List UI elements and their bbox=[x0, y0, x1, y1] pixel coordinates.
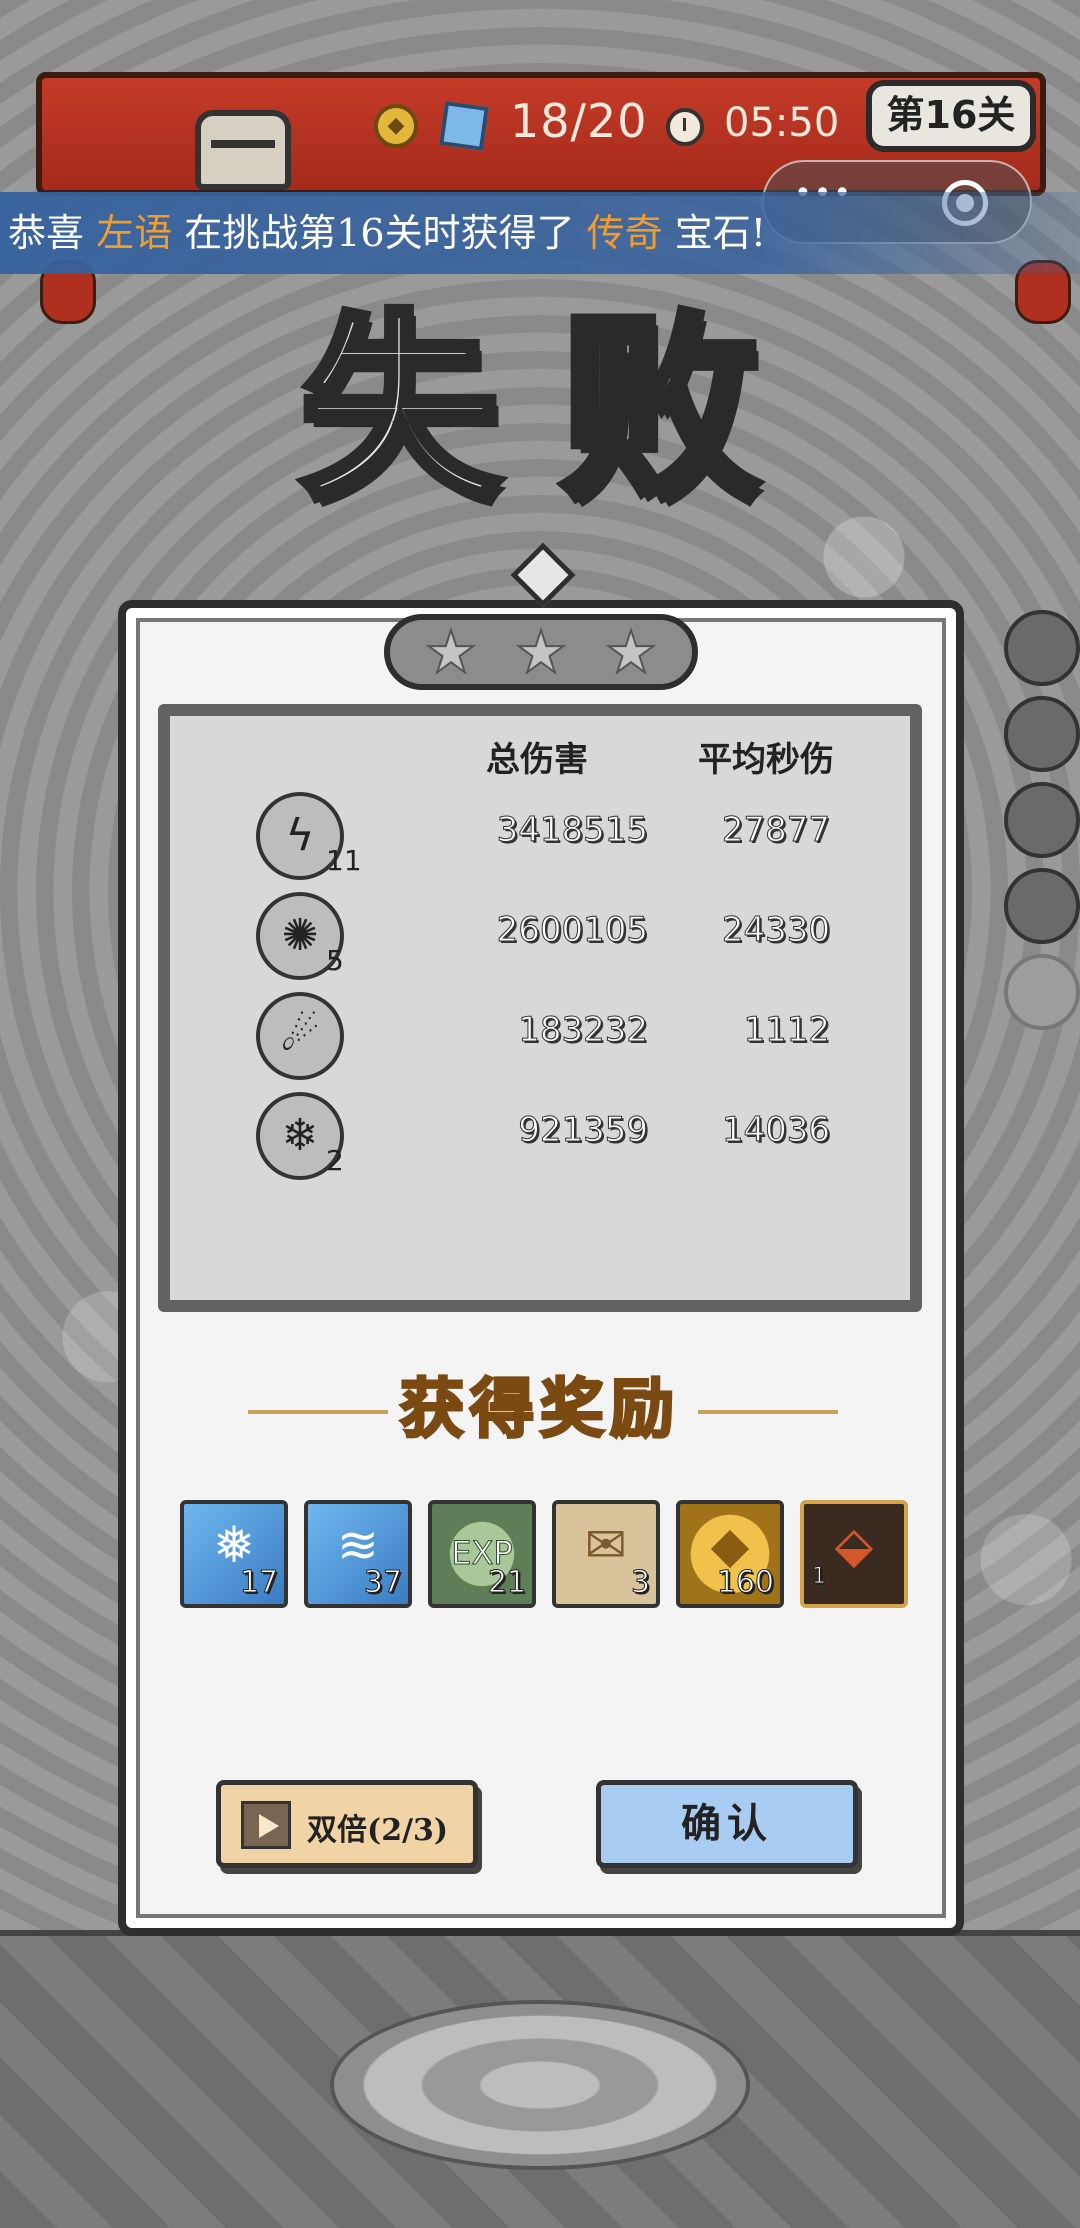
banner-item-rarity: 传奇 bbox=[586, 211, 663, 255]
banner-player-name: 左语 bbox=[96, 211, 173, 255]
double-reward-button[interactable]: 双倍(2/3) bbox=[216, 1780, 478, 1868]
double-reward-label: 双倍(2/3) bbox=[307, 1813, 449, 1848]
skill-level: 11 bbox=[326, 844, 362, 877]
treasure-chest-icon[interactable] bbox=[195, 110, 291, 190]
fail-title: 失败 bbox=[296, 288, 820, 531]
reward-quantity: 160 bbox=[716, 1565, 774, 1601]
reward-quantity: 3 bbox=[630, 1565, 650, 1601]
star-rating-bar: ★ ★ ★ bbox=[384, 614, 698, 690]
dps-value: 24330 bbox=[721, 910, 830, 951]
side-skill-slot bbox=[1004, 868, 1080, 944]
reward-title-ornament-right bbox=[698, 1410, 838, 1414]
total-damage-value: 3418515 bbox=[496, 810, 648, 851]
coin-icon: ◆ bbox=[374, 104, 418, 148]
side-skill-slot bbox=[1004, 610, 1080, 686]
dps-value: 1112 bbox=[743, 1010, 831, 1051]
reward-item[interactable]: ◆ 160 bbox=[676, 1500, 784, 1608]
side-skill-rail bbox=[1004, 610, 1080, 1040]
side-skill-slot bbox=[1004, 782, 1080, 858]
dps-value: 27877 bbox=[721, 810, 830, 851]
banner-middle: 在挑战第16关时获得了 bbox=[184, 211, 575, 255]
skill-level: 5 bbox=[326, 944, 344, 977]
reward-title-ornament-left bbox=[248, 1410, 388, 1414]
reward-item[interactable]: ≋ 37 bbox=[304, 1500, 412, 1608]
side-skill-slot bbox=[1004, 696, 1080, 772]
reward-list: ❅ 17 ≋ 37 EXP 21 ✉ 3 ◆ 160 ⬙ 1 bbox=[180, 1500, 908, 1608]
star-icon-1: ★ bbox=[424, 618, 478, 686]
skill-level: 2 bbox=[326, 1144, 344, 1177]
header-average-dps: 平均秒伤 bbox=[698, 740, 834, 780]
table-row: ❄ 2 921359 14036 bbox=[170, 1092, 910, 1182]
total-damage-value: 2600105 bbox=[496, 910, 648, 951]
video-ad-icon bbox=[241, 1801, 291, 1849]
reward-title: 获得奖励 bbox=[399, 1371, 680, 1449]
reward-item[interactable]: ⬙ 1 bbox=[800, 1500, 908, 1608]
reward-item[interactable]: EXP 21 bbox=[428, 1500, 536, 1608]
reward-quantity: 1 bbox=[812, 1564, 827, 1590]
table-row: ϟ 11 3418515 27877 bbox=[170, 792, 910, 882]
reward-quantity: 21 bbox=[487, 1565, 526, 1601]
reward-quantity: 17 bbox=[239, 1565, 278, 1601]
reward-item[interactable]: ❅ 17 bbox=[180, 1500, 288, 1608]
confirm-button[interactable]: 确认 bbox=[596, 1780, 858, 1868]
total-damage-value: 921359 bbox=[518, 1110, 649, 1151]
table-row: ☄ 183232 1112 bbox=[170, 992, 910, 1082]
banner-prefix: 恭喜 bbox=[8, 211, 85, 255]
dps-value: 14036 bbox=[721, 1110, 830, 1151]
portal-circle bbox=[330, 2000, 750, 2170]
banner-suffix: 宝石! bbox=[674, 211, 767, 255]
level-badge: 第16关 bbox=[866, 80, 1036, 152]
header-total-damage: 总伤害 bbox=[486, 740, 588, 780]
clock-icon bbox=[666, 108, 704, 146]
reward-item[interactable]: ✉ 3 bbox=[552, 1500, 660, 1608]
stamina-counter: 18/20 bbox=[510, 94, 648, 148]
side-skill-slot-empty bbox=[1004, 954, 1080, 1030]
reward-quantity: 37 bbox=[363, 1565, 402, 1601]
blue-gem-icon bbox=[439, 101, 489, 151]
star-icon-3: ★ bbox=[604, 618, 658, 686]
star-icon-2: ★ bbox=[514, 618, 568, 686]
stage-timer: 05:50 bbox=[724, 100, 840, 146]
damage-stats-table: 总伤害 平均秒伤 ϟ 11 3418515 27877 ✺ 5 2600105 … bbox=[158, 704, 922, 1312]
table-row: ✺ 5 2600105 24330 bbox=[170, 892, 910, 982]
meteor-icon: ☄ bbox=[256, 992, 344, 1080]
total-damage-value: 183232 bbox=[518, 1010, 649, 1051]
broadcast-banner: 恭喜 左语 在挑战第16关时获得了 传奇 宝石! bbox=[0, 192, 1080, 274]
